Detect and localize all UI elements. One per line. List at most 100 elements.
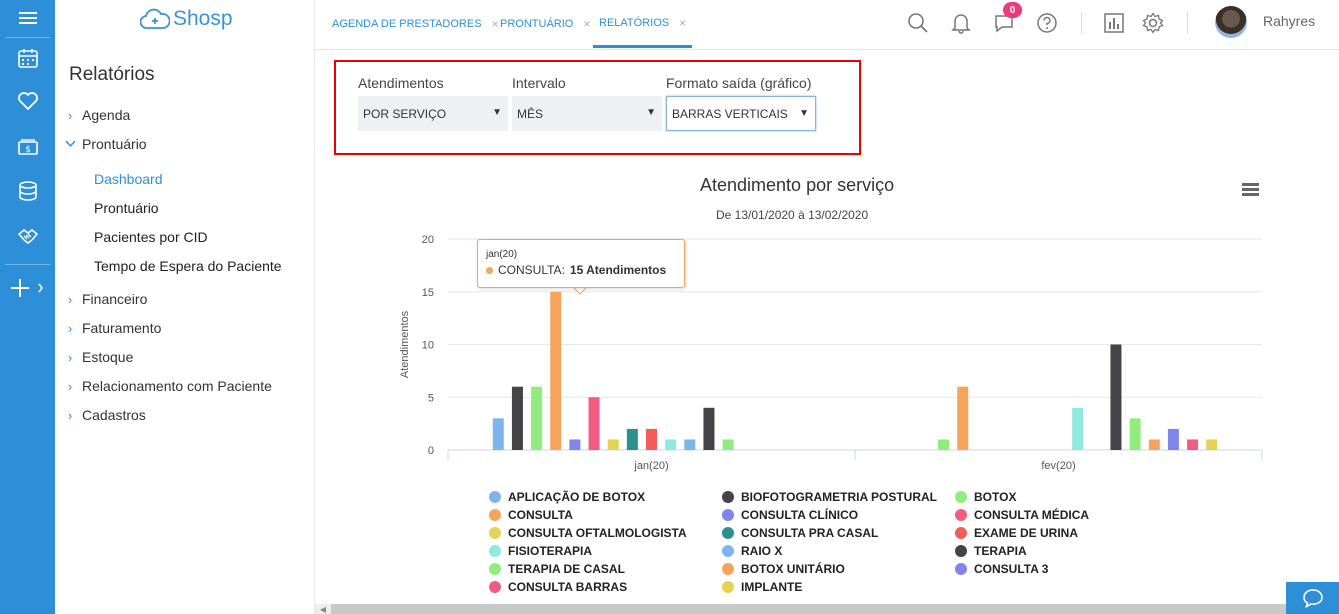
tooltip-series: CONSULTA: (498, 263, 565, 277)
sidebar-item-relacionamento[interactable]: › Relacionamento com Paciente (64, 378, 272, 394)
search-icon[interactable] (905, 10, 931, 36)
tab-agenda-prestadores[interactable]: AGENDA DE PRESTADORES × (332, 0, 499, 48)
sidebar-subitem-tempo-espera[interactable]: Tempo de Espera do Paciente (94, 258, 282, 274)
legend-item[interactable]: FISIOTERAPIA (489, 544, 592, 558)
bar (722, 439, 734, 450)
intervalo-select[interactable]: MÊS ▼ (512, 96, 662, 131)
bar (588, 397, 600, 450)
legend-item[interactable]: CONSULTA MÉDICA (955, 508, 1089, 522)
legend-label: CONSULTA MÉDICA (974, 508, 1090, 522)
y-tick-label: 15 (422, 287, 434, 299)
legend-swatch (955, 563, 967, 575)
legend-label: EXAME DE URINA (974, 526, 1079, 540)
tooltip-pointer (573, 287, 587, 295)
chevron-right-icon: › (67, 320, 73, 336)
chart-menu-icon[interactable] (1242, 183, 1259, 197)
x-tick-label: jan(20) (633, 460, 668, 472)
sidebar-item-agenda[interactable]: › Agenda (64, 107, 130, 123)
legend-label: CONSULTA PRA CASAL (741, 526, 879, 540)
sidebar-item-cadastros[interactable]: › Cadastros (64, 407, 146, 423)
legend-item[interactable]: CONSULTA PRA CASAL (722, 526, 878, 540)
legend-item[interactable]: RAIO X (722, 544, 782, 558)
calendar-icon[interactable] (0, 40, 55, 76)
database-icon[interactable] (0, 173, 55, 209)
sidebar-subitem-pacientes-cid[interactable]: Pacientes por CID (94, 229, 208, 245)
svg-text:$: $ (25, 145, 31, 155)
sidebar-item-estoque[interactable]: › Estoque (64, 349, 134, 365)
legend-item[interactable]: CONSULTA CLÍNICO (722, 508, 858, 522)
scroll-left-icon[interactable]: ◀ (315, 604, 331, 614)
dropdown-arrow-icon: ▼ (492, 107, 502, 118)
legend-label: TERAPIA DE CASAL (508, 562, 625, 576)
legend-label: CONSULTA OFTALMOLOGISTA (508, 526, 687, 540)
bell-icon[interactable] (948, 10, 974, 36)
legend-swatch (489, 545, 501, 557)
horizontal-scrollbar[interactable] (315, 604, 1286, 614)
legend-swatch (722, 563, 734, 575)
menu-icon[interactable] (0, 0, 55, 36)
legend-item[interactable]: CONSULTA (489, 508, 573, 522)
shosp-logo[interactable]: Shosp (140, 4, 233, 34)
legend-swatch (722, 581, 734, 593)
plus-icon[interactable] (0, 270, 55, 306)
sidebar-item-financeiro[interactable]: › Financeiro (64, 291, 148, 307)
legend-item[interactable]: IMPLANTE (722, 580, 802, 594)
tab-relatorios[interactable]: RELATÓRIOS × (593, 0, 693, 48)
bar (607, 439, 619, 450)
chart-subtitle: De 13/01/2020 à 13/02/2020 (716, 208, 869, 222)
chevron-right-icon: › (67, 349, 73, 365)
legend-label: TERAPIA (974, 544, 1027, 558)
heart-icon[interactable] (0, 83, 55, 119)
legend-item[interactable]: BOTOX UNITÁRIO (722, 562, 845, 576)
legend-swatch (489, 527, 501, 539)
avatar[interactable] (1215, 6, 1247, 38)
gear-icon[interactable] (1140, 10, 1166, 36)
x-tick-label: fev(20) (1041, 460, 1075, 472)
chat-button[interactable] (1286, 582, 1339, 614)
legend-item[interactable]: CONSULTA BARRAS (489, 580, 627, 594)
close-icon[interactable]: × (492, 17, 499, 31)
chart-tooltip: jan(20) CONSULTA: 15 Atendimentos (477, 239, 685, 288)
bar (957, 386, 969, 450)
bar (1110, 344, 1122, 450)
bar (1148, 439, 1160, 450)
intervalo-label: Intervalo (512, 75, 566, 91)
sidebar-subitem-dashboard[interactable]: Dashboard (94, 171, 163, 187)
close-icon[interactable]: × (583, 17, 590, 31)
legend-item[interactable]: BOTOX (955, 490, 1016, 504)
legend-swatch (489, 509, 501, 521)
money-icon[interactable]: $ (0, 129, 55, 165)
sidebar-item-prontuario[interactable]: Prontuário (64, 136, 147, 152)
bar (1187, 439, 1199, 450)
username[interactable]: Rahyres (1263, 13, 1315, 29)
legend-item[interactable]: BIOFOTOGRAMETRIA POSTURAL (722, 490, 937, 504)
formato-label: Formato saída (gráfico) (666, 75, 812, 91)
formato-select[interactable]: BARRAS VERTICAIS ▼ (666, 96, 816, 131)
bar (492, 418, 504, 450)
help-icon[interactable] (1034, 10, 1060, 36)
legend-item[interactable]: APLICAÇÃO DE BOTOX (489, 490, 645, 504)
report-chart-icon[interactable] (1101, 10, 1127, 36)
handshake-icon[interactable] (0, 219, 55, 255)
close-icon[interactable]: × (679, 16, 686, 30)
legend-label: BOTOX UNITÁRIO (741, 562, 845, 576)
legend-item[interactable]: CONSULTA OFTALMOLOGISTA (489, 526, 687, 540)
legend-label: FISIOTERAPIA (508, 544, 593, 558)
sidebar-item-faturamento[interactable]: › Faturamento (64, 320, 162, 336)
legend-swatch (722, 527, 734, 539)
sidebar-subitem-prontuario[interactable]: Prontuário (94, 200, 159, 216)
cloud-logo-icon (140, 8, 170, 29)
y-axis-label: Atendimentos (399, 310, 411, 378)
atendimentos-select[interactable]: POR SERVIÇO ▼ (358, 96, 508, 131)
logo-text: Shosp (173, 7, 233, 30)
chart-title: Atendimento por serviço (700, 175, 895, 195)
legend-item[interactable]: CONSULTA 3 (955, 562, 1048, 576)
chat-icon (1302, 589, 1323, 608)
legend-item[interactable]: EXAME DE URINA (955, 526, 1078, 540)
legend-item[interactable]: TERAPIA DE CASAL (489, 562, 625, 576)
legend-label: APLICAÇÃO DE BOTOX (508, 490, 646, 504)
chevron-down-icon (64, 140, 76, 148)
legend-swatch (489, 563, 501, 575)
legend-item[interactable]: TERAPIA (955, 544, 1027, 558)
tab-prontuario[interactable]: PRONTUÁRIO × (500, 0, 590, 48)
